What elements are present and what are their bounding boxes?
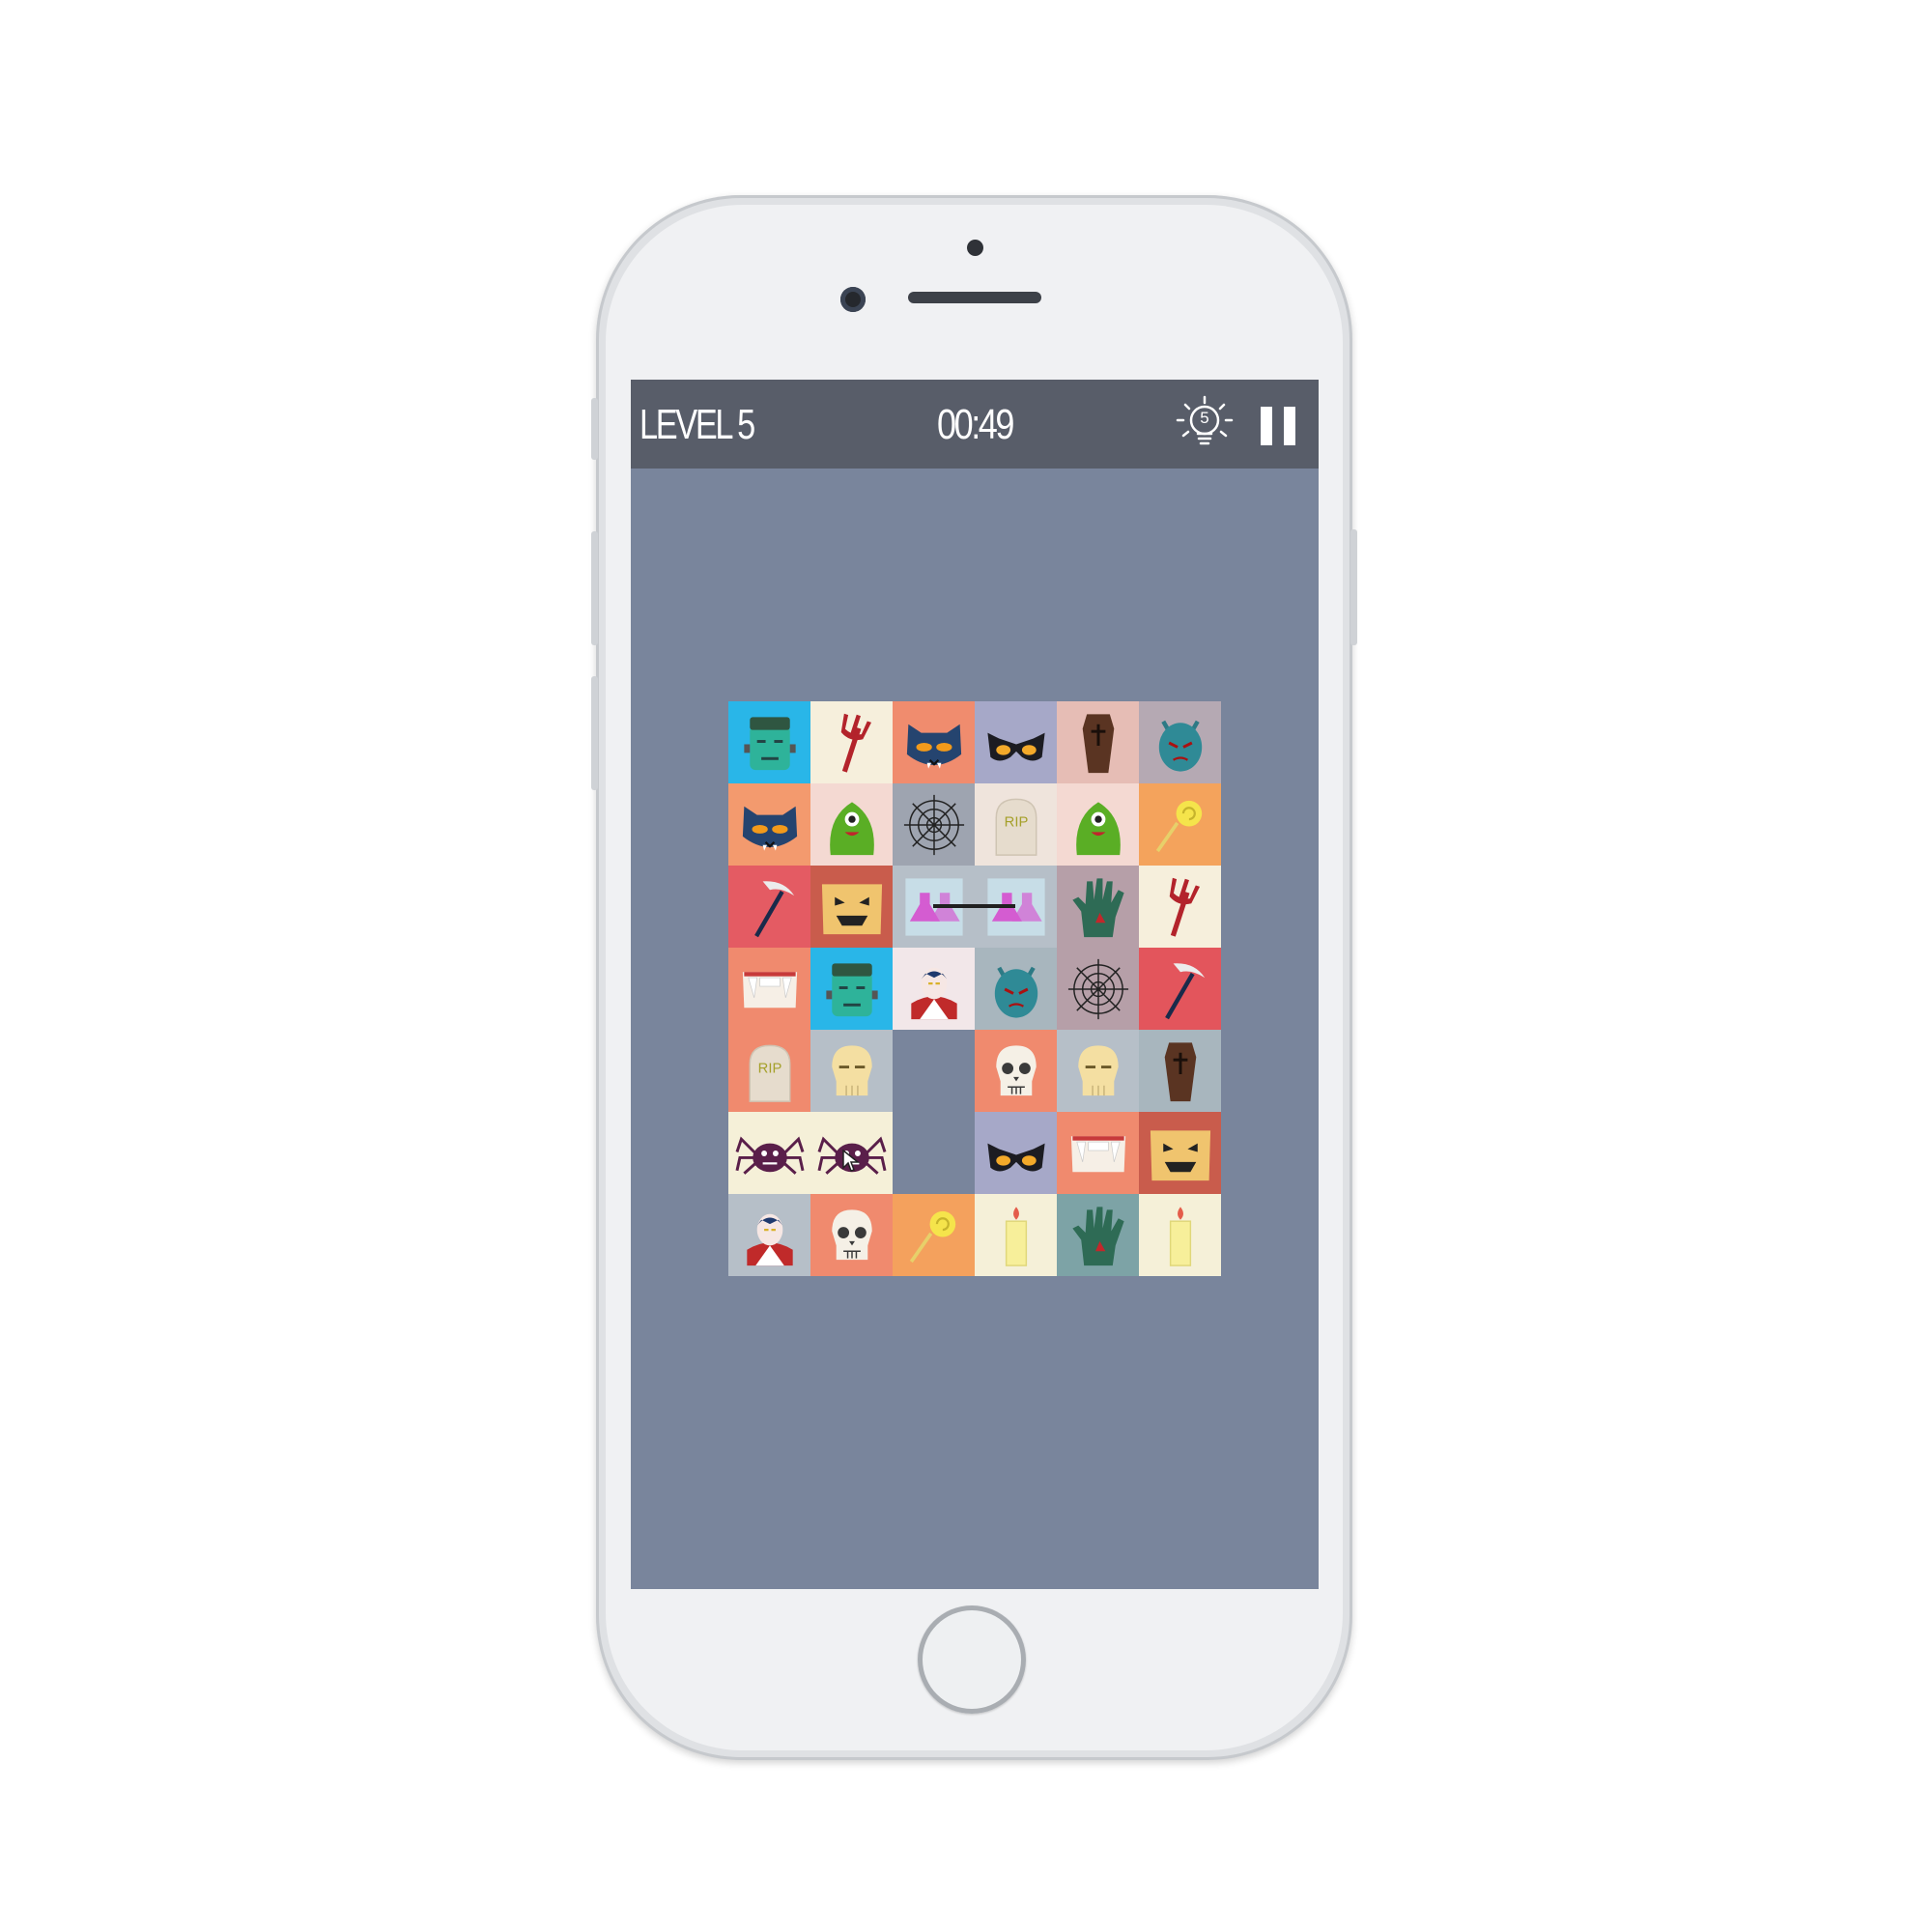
- tile-spider-web[interactable]: [893, 783, 975, 866]
- scythe-icon: [753, 880, 794, 937]
- tile-coffin[interactable]: [1057, 701, 1139, 783]
- tile-tombstone[interactable]: RIP: [975, 783, 1057, 866]
- tile-trident[interactable]: [810, 701, 893, 783]
- tile-dracula[interactable]: [728, 1194, 810, 1276]
- front-camera: [840, 287, 866, 312]
- dracula-icon: [746, 1213, 793, 1265]
- candle-icon: [1005, 1206, 1027, 1266]
- home-button[interactable]: [918, 1605, 1026, 1714]
- tile-pumpkin[interactable]: [810, 866, 893, 948]
- spider-web-icon: [1067, 958, 1128, 1019]
- tile-lollipop[interactable]: [1139, 783, 1221, 866]
- tile-scythe[interactable]: [1139, 948, 1221, 1030]
- cyclops-icon: [829, 801, 874, 855]
- match-connector-line: [933, 904, 1015, 908]
- tile-spider[interactable]: [728, 1112, 810, 1194]
- pause-button[interactable]: [1261, 407, 1299, 445]
- svg-text:RIP: RIP: [1004, 814, 1028, 830]
- tile-cat[interactable]: [728, 783, 810, 866]
- mouse-cursor-icon: [842, 1150, 860, 1172]
- trident-icon: [1169, 877, 1200, 937]
- tombstone-icon: RIP: [995, 798, 1037, 856]
- trident-icon: [840, 713, 871, 773]
- pause-icon-bar-right: [1284, 407, 1295, 445]
- tombstone-icon: RIP: [749, 1044, 790, 1102]
- tile-trident[interactable]: [1139, 866, 1221, 948]
- skull-yellow-icon: [1077, 1044, 1119, 1095]
- tile-devil-head[interactable]: [975, 948, 1057, 1030]
- tile-skull-yellow[interactable]: [810, 1030, 893, 1112]
- cat-icon: [906, 724, 961, 769]
- tile-fangs[interactable]: [1057, 1112, 1139, 1194]
- tile-frankenstein[interactable]: [728, 701, 810, 783]
- tile-frankenstein[interactable]: [810, 948, 893, 1030]
- lollipop-icon: [909, 1210, 955, 1263]
- bat-mask-icon: [986, 1143, 1045, 1171]
- tile-pumpkin[interactable]: [1139, 1112, 1221, 1194]
- tile-scythe[interactable]: [728, 866, 810, 948]
- zombie-hand-icon: [1071, 877, 1124, 937]
- coffin-icon: [1082, 713, 1114, 773]
- spider-icon: [735, 1135, 804, 1175]
- tile-dracula[interactable]: [893, 948, 975, 1030]
- skull-yellow-icon: [831, 1044, 872, 1095]
- tile-coffin[interactable]: [1139, 1030, 1221, 1112]
- tile-lollipop[interactable]: [893, 1194, 975, 1276]
- fangs-icon: [1070, 1135, 1125, 1172]
- tile-bat-mask[interactable]: [975, 1112, 1057, 1194]
- pumpkin-icon: [821, 883, 882, 934]
- scythe-icon: [1164, 962, 1205, 1019]
- tile-cyclops[interactable]: [1057, 783, 1139, 866]
- tile-spider-web[interactable]: [1057, 948, 1139, 1030]
- dracula-icon: [910, 967, 957, 1019]
- coffin-icon: [1164, 1041, 1196, 1101]
- cat-icon: [742, 806, 797, 851]
- earpiece-speaker: [908, 292, 1041, 303]
- tile-bat-mask[interactable]: [975, 701, 1057, 783]
- tile-skull-white[interactable]: [975, 1030, 1057, 1112]
- tile-zombie-hand[interactable]: [1057, 866, 1139, 948]
- tile-candle[interactable]: [1139, 1194, 1221, 1276]
- empty-tile-slot: [893, 1030, 975, 1112]
- tile-fangs[interactable]: [728, 948, 810, 1030]
- candle-icon: [1169, 1206, 1191, 1266]
- tile-zombie-hand[interactable]: [1057, 1194, 1139, 1276]
- bat-mask-icon: [986, 732, 1045, 760]
- devil-head-icon: [1158, 720, 1202, 772]
- hint-button[interactable]: 5: [1174, 393, 1236, 455]
- frankenstein-icon: [743, 716, 796, 770]
- proximity-sensor: [967, 240, 983, 256]
- pumpkin-icon: [1150, 1129, 1210, 1180]
- cyclops-icon: [1075, 801, 1121, 855]
- timer: 00:49: [936, 401, 1014, 448]
- hint-count: 5: [1200, 409, 1209, 427]
- phone-volume-down: [591, 676, 598, 790]
- skull-white-icon: [995, 1044, 1037, 1095]
- tile-cat[interactable]: [893, 701, 975, 783]
- tile-devil-head[interactable]: [1139, 701, 1221, 783]
- phone-side-button: [591, 398, 598, 460]
- frankenstein-icon: [825, 962, 878, 1016]
- devil-head-icon: [994, 966, 1037, 1018]
- svg-text:RIP: RIP: [757, 1061, 781, 1076]
- phone-volume-up: [591, 531, 598, 645]
- tile-skull-white[interactable]: [810, 1194, 893, 1276]
- zombie-hand-icon: [1071, 1206, 1124, 1265]
- game-screen: LEVEL 5 00:49 5 RIP RIP: [631, 380, 1319, 1589]
- tile-skull-yellow[interactable]: [1057, 1030, 1139, 1112]
- tile-candle[interactable]: [975, 1194, 1057, 1276]
- fangs-icon: [742, 971, 797, 1008]
- lollipop-icon: [1155, 800, 1202, 852]
- tile-board: RIP RIP: [728, 701, 1221, 1276]
- pause-icon-bar-left: [1261, 407, 1272, 445]
- tile-cyclops[interactable]: [810, 783, 893, 866]
- spider-web-icon: [903, 794, 964, 855]
- empty-tile-slot: [893, 1112, 975, 1194]
- top-bar: LEVEL 5 00:49 5: [631, 380, 1319, 469]
- skull-white-icon: [831, 1208, 872, 1260]
- phone-power-button: [1350, 529, 1357, 645]
- tile-tombstone[interactable]: RIP: [728, 1030, 810, 1112]
